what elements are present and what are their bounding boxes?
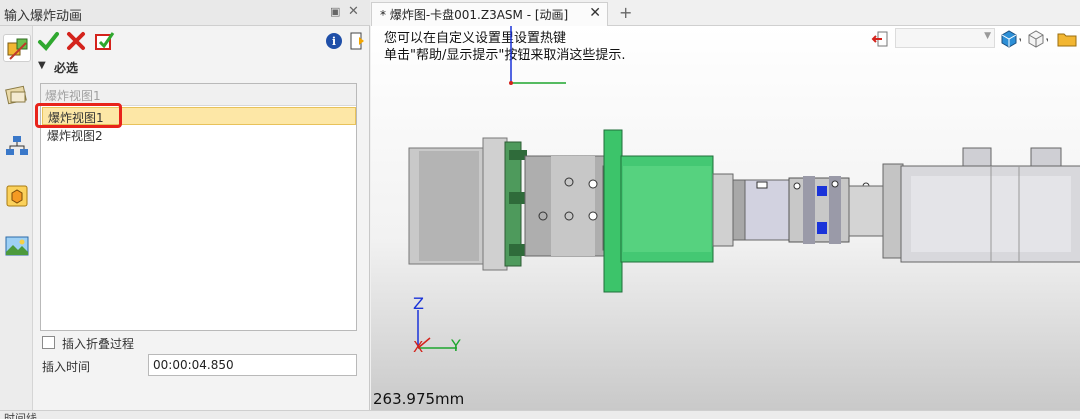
timeline-label: 时间线 xyxy=(4,412,37,419)
axis-z-label: Z xyxy=(413,294,424,313)
view-cube-icon[interactable] xyxy=(3,182,31,210)
section-label: 必选 xyxy=(54,61,79,75)
panel-title-bar: 输入爆炸动画 ▣ ✕ xyxy=(0,0,370,26)
info-icon[interactable]: i xyxy=(322,29,346,53)
document-tab-bar: * 爆炸图-卡盘001.Z3ASM - [动画] ✕ + xyxy=(371,0,1080,26)
fold-label: 插入折叠过程 xyxy=(62,337,135,351)
render-image-icon[interactable] xyxy=(3,232,31,260)
explode-animation-panel: 输入爆炸动画 ▣ ✕ i ▼ 必选 爆炸视图1 爆炸视图1 爆炸视图2 插入折叠… xyxy=(0,0,370,410)
svg-text:i: i xyxy=(332,35,336,48)
3d-viewport[interactable]: 您可以在自定义设置里设置热键 单击"帮助/显示提示"按钮来取消这些提示. ▼ ▾… xyxy=(371,26,1080,410)
fold-checkbox[interactable] xyxy=(42,336,55,349)
close-icon[interactable]: ✕ xyxy=(348,4,359,19)
assembly-tree-icon[interactable] xyxy=(3,132,31,160)
panel-title: 输入爆炸动画 xyxy=(4,9,83,24)
part-library-icon[interactable] xyxy=(3,82,31,110)
measurement-readout: 263.975mm xyxy=(373,390,465,408)
close-tab-icon[interactable]: ✕ xyxy=(589,5,601,21)
pin-icon[interactable]: ▣ xyxy=(330,6,342,18)
document-tab-label: * 爆炸图-卡盘001.Z3ASM - [动画] xyxy=(380,8,569,22)
document-tab[interactable]: * 爆炸图-卡盘001.Z3ASM - [动画] ✕ xyxy=(371,2,608,26)
time-label: 插入时间 xyxy=(42,360,91,374)
collapse-triangle-icon[interactable]: ▼ xyxy=(38,60,46,71)
help-arrow-icon[interactable] xyxy=(346,29,370,53)
confirm-icon[interactable] xyxy=(36,29,60,53)
cancel-icon[interactable] xyxy=(64,29,88,53)
assembly-model[interactable] xyxy=(371,26,1080,410)
insert-time-row: 插入时间 xyxy=(40,354,357,376)
explode-tool-icon[interactable] xyxy=(3,34,31,62)
required-section-header[interactable]: ▼ 必选 xyxy=(34,57,359,77)
side-toolbar xyxy=(0,26,33,410)
insert-fold-option[interactable]: 插入折叠过程 xyxy=(40,334,290,352)
axis-x-label: X xyxy=(413,338,424,356)
panel-toolbar: i xyxy=(34,27,369,55)
apply-icon[interactable] xyxy=(92,29,116,53)
highlight-annotation xyxy=(35,103,122,128)
axis-y-label: Y xyxy=(451,336,461,355)
list-item[interactable]: 爆炸视图2 xyxy=(42,126,356,144)
time-input[interactable] xyxy=(148,354,357,376)
status-bar: 时间线 xyxy=(0,410,1080,419)
new-tab-icon[interactable]: + xyxy=(619,3,632,22)
